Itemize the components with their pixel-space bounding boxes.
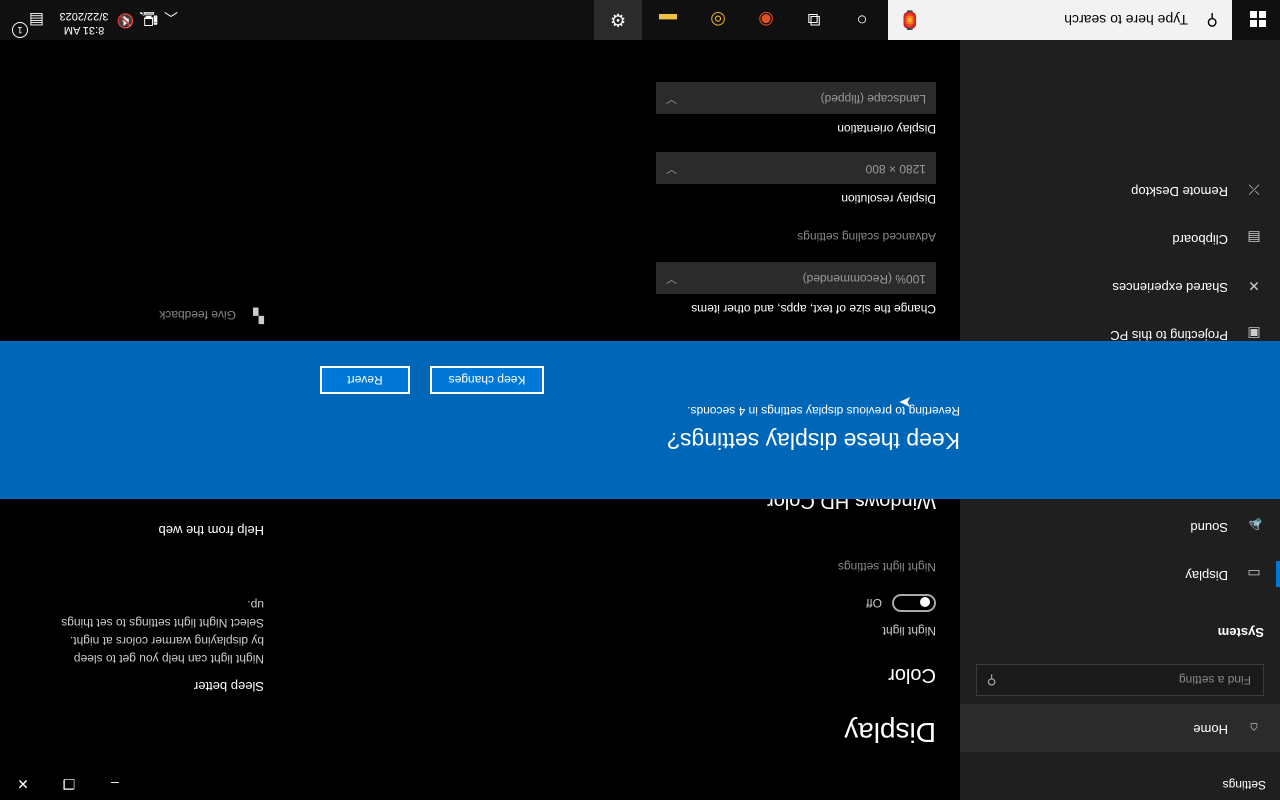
sidebar-item-label: Home (1193, 722, 1228, 737)
search-icon: ⚲ (1206, 11, 1218, 28)
home-icon: ⌂ (1249, 720, 1259, 736)
sidebar-item-label: Shared experiences (1112, 280, 1228, 295)
banner-title: Keep these display settings? (667, 428, 960, 454)
keep-changes-button[interactable]: Keep changes (430, 366, 544, 394)
taskbar-search[interactable]: ⚲ Type here to search (888, 0, 1232, 40)
sidebar-item-remote-desktop[interactable]: ⤫ Remote Desktop (960, 166, 1280, 214)
sidebar-item-clipboard[interactable]: ▤ Clipboard (960, 214, 1280, 262)
chevron-down-icon: ﹀ (666, 272, 677, 284)
chevron-up-icon[interactable]: ︿ (164, 8, 178, 28)
clock-time: 8:31 AM (63, 24, 105, 36)
sleep-text-line-1: Night light can help you get to sleep (73, 652, 264, 666)
notification-badge: 1 (12, 22, 28, 38)
sidebar-item-home[interactable]: ⌂ Home (960, 704, 1280, 752)
monitor-icon: ▭ (1247, 566, 1261, 583)
close-button[interactable]: ✕ (0, 768, 46, 800)
network-icon[interactable]: 🖳 (139, 5, 158, 29)
mouse-cursor-icon: ➤ (898, 393, 912, 410)
shared-icon: ✕ (1248, 278, 1260, 295)
help-heading: Help from the web (158, 523, 265, 538)
feedback-icon: ▚ (253, 308, 264, 324)
volume-muted-icon[interactable]: 🔇 (117, 12, 134, 29)
sleep-text-line-3: Select Night light settings to set thing… (61, 616, 264, 630)
chevron-down-icon: ﹀ (666, 162, 677, 174)
night-light-state: Off (866, 596, 882, 610)
settings-icon[interactable]: ⚙ (594, 0, 642, 40)
keep-settings-banner (0, 341, 1280, 499)
page-title: Display (844, 717, 936, 748)
night-light-toggle[interactable] (892, 594, 936, 612)
toggle-knob (920, 597, 930, 607)
orientation-dropdown[interactable]: Landscape (flipped) ﹀ (656, 82, 936, 114)
clock[interactable]: 8:31 AM 3/22/2023 (54, 10, 114, 36)
screen: Settings ⌂ Home Find a setting ⚲ System … (0, 0, 1280, 800)
sidebar-item-display[interactable]: ▭ Display (960, 550, 1280, 598)
scale-label: Change the size of text, apps, and other… (691, 302, 936, 316)
speaker-icon: 🔈 (1245, 518, 1263, 535)
give-feedback-link[interactable]: ▚ Give feedback (104, 304, 264, 324)
window-title: Settings (1222, 778, 1266, 792)
sidebar-item-label: Clipboard (1172, 232, 1228, 247)
find-setting-input[interactable]: Find a setting ⚲ (976, 664, 1264, 696)
action-center-icon[interactable]: ▤ (29, 10, 44, 30)
clock-date: 3/22/2023 (59, 10, 109, 22)
orientation-label: Display orientation (837, 122, 936, 136)
scale-value: 100% (Recommended) (802, 272, 926, 286)
sleep-text-line-4: up. (247, 598, 264, 612)
sleep-text-line-2: by displaying warmer colors at night. (69, 634, 264, 648)
search-icon: ⚲ (987, 673, 997, 688)
resolution-dropdown[interactable]: 1280 × 800 ﹀ (656, 152, 936, 184)
night-light-settings-link[interactable]: Night light settings (838, 560, 936, 574)
sleep-better-heading: Sleep better (193, 679, 264, 694)
sidebar-item-label: Remote Desktop (1131, 184, 1228, 199)
chevron-down-icon: ﹀ (666, 92, 677, 104)
sidebar-item-sound[interactable]: 🔈 Sound (960, 502, 1280, 550)
chrome-icon[interactable]: ◎ (694, 0, 742, 40)
scale-dropdown[interactable]: 100% (Recommended) ﹀ (656, 262, 936, 294)
section-title: System (1217, 625, 1264, 640)
revert-button[interactable]: Revert (320, 366, 410, 394)
search-placeholder: Find a setting (1178, 673, 1251, 687)
give-feedback-label: Give feedback (159, 308, 236, 322)
remote-desktop-icon: ⤫ (1248, 182, 1260, 199)
maximize-button[interactable]: ❐ (46, 768, 92, 800)
advanced-scaling-link[interactable]: Advanced scaling settings (797, 230, 936, 244)
resolution-value: 1280 × 800 (865, 162, 926, 176)
lanterns-icon[interactable]: 🏮 (886, 0, 934, 40)
resolution-label: Display resolution (841, 192, 936, 206)
cortana-icon[interactable]: ○ (838, 0, 886, 40)
color-heading: Color (888, 664, 936, 686)
sidebar-item-shared-experiences[interactable]: ✕ Shared experiences (960, 262, 1280, 310)
start-button[interactable] (1250, 11, 1266, 27)
night-light-label: Night light (882, 624, 936, 638)
clipboard-icon: ▤ (1247, 230, 1261, 247)
task-view-icon[interactable]: ⧉ (790, 0, 838, 40)
sidebar-item-label: Sound (1190, 520, 1228, 535)
file-explorer-icon[interactable]: ▬ (644, 0, 692, 40)
taskbar-search-placeholder: Type here to search (1064, 12, 1188, 28)
orientation-value: Landscape (flipped) (820, 92, 926, 106)
minimize-button[interactable]: – (92, 768, 138, 800)
banner-message: Reverting to previous display settings i… (687, 404, 960, 418)
browser-icon[interactable]: ◉ (742, 0, 790, 40)
sidebar-item-label: Display (1185, 568, 1228, 583)
